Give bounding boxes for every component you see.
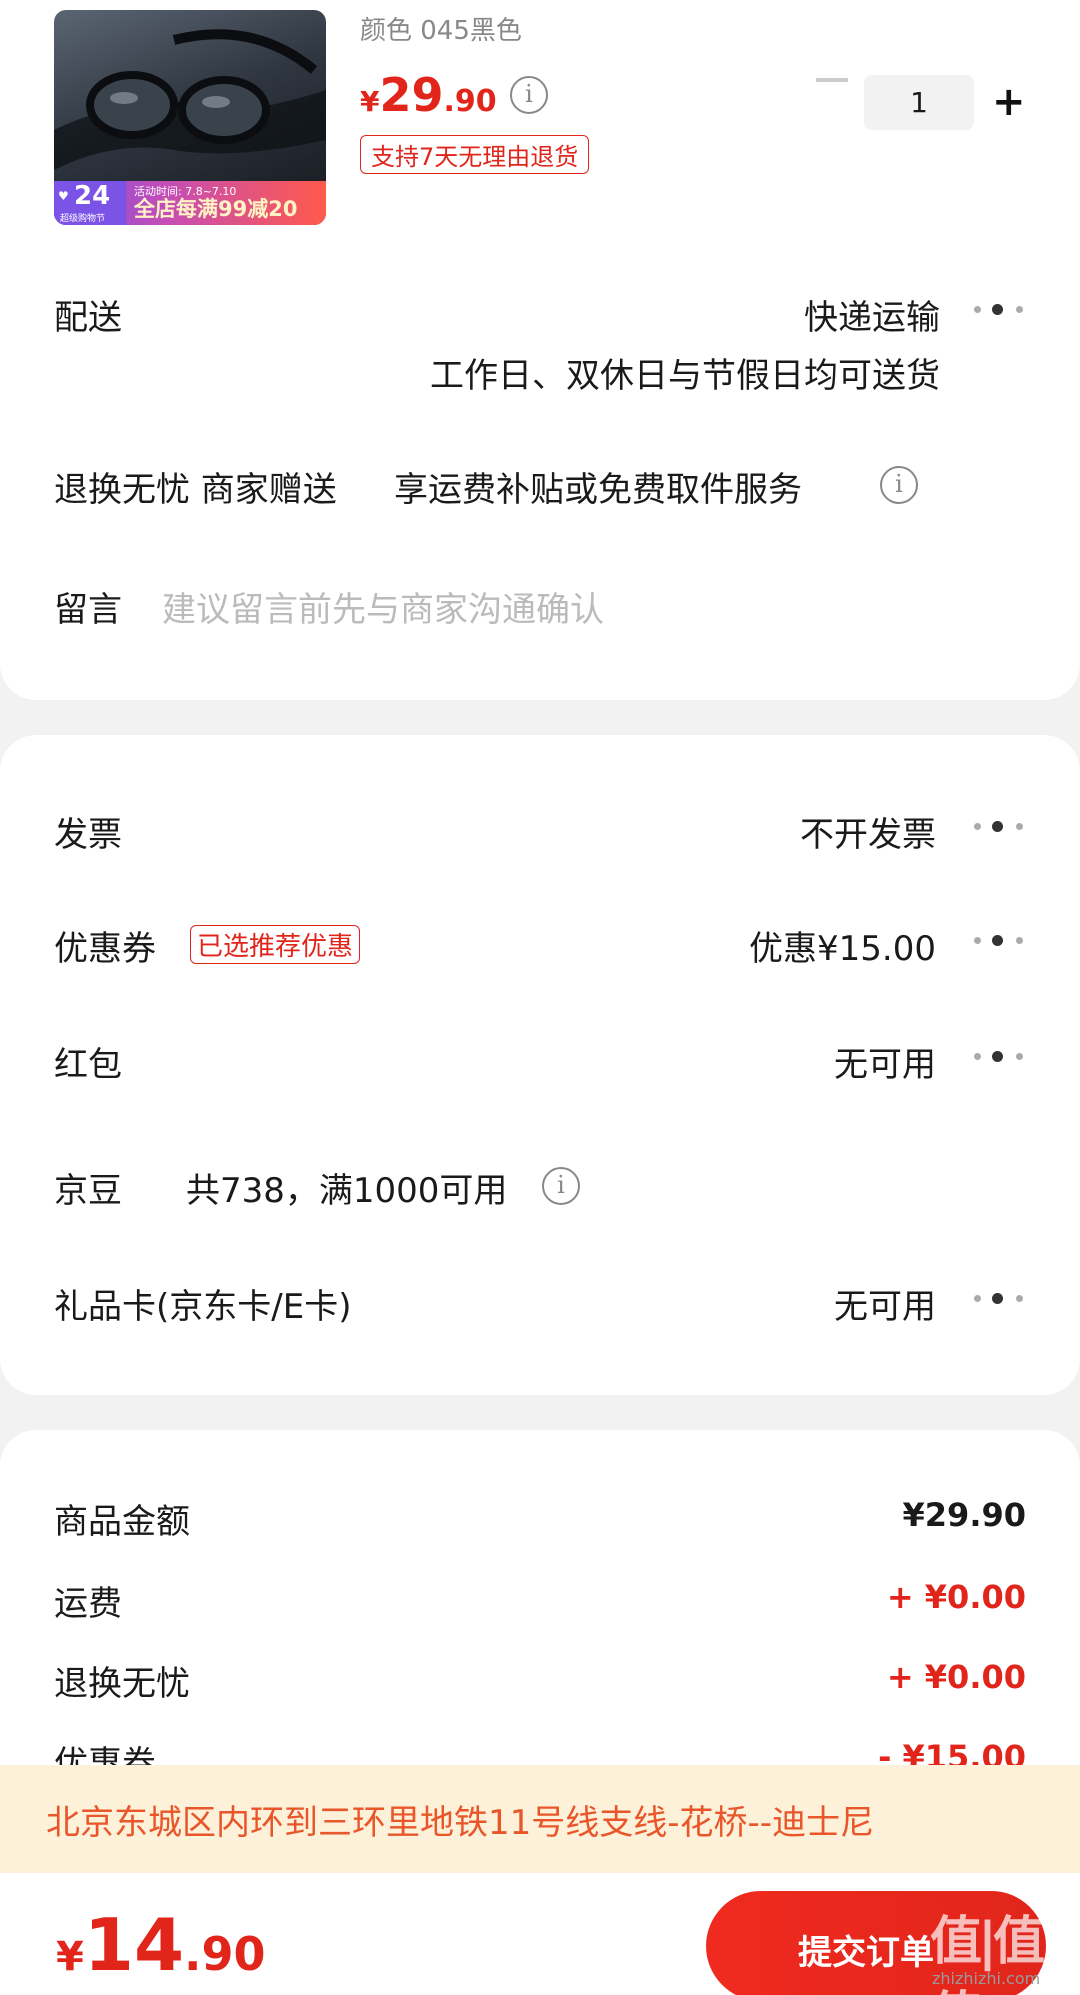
coupon-recommend-tag: 已选推荐优惠 <box>190 925 361 964</box>
shipping-label: 运费 <box>54 1584 122 1624</box>
address-text: 北京东城区内环到三环里地铁11号线支线-花桥--迪士尼 <box>46 1803 875 1843</box>
product-card: ♥ 24 超级购物节 活动时间: 7.8~7.10 全店每满99减20 颜色 0… <box>0 0 1080 700</box>
return-policy-tag: 支持7天无理由退货 <box>360 135 590 174</box>
product-thumbnail[interactable]: ♥ 24 超级购物节 活动时间: 7.8~7.10 全店每满99减20 <box>54 10 326 225</box>
worry-free-label: 退换无忧 商家赠送 <box>54 470 337 510</box>
red-packet-label: 红包 <box>54 1045 122 1085</box>
options-card: 发票 不开发票 优惠券 已选推荐优惠 优惠¥15.00 红包 无可用 京豆 共7… <box>0 735 1080 1395</box>
promo-badge-sub: 超级购物节 <box>60 214 106 224</box>
delivery-note: 工作日、双休日与节假日均可送货 <box>430 356 940 396</box>
gift-card-label: 礼品卡(京东卡/E卡) <box>54 1287 352 1327</box>
total-decimal: .90 <box>184 1927 266 1981</box>
heart-icon: ♥ <box>58 189 69 203</box>
promo-badge-number: 24 <box>74 181 111 211</box>
jingdou-label: 京豆 <box>54 1171 122 1211</box>
jingdou-value: 共738，满1000可用 <box>186 1171 508 1211</box>
delivery-more-icon[interactable] <box>972 302 1026 316</box>
delivery-label: 配送 <box>54 298 122 338</box>
bottom-bar: ¥14.90 提交订单 值|值|值 zhizhizhi.com <box>0 1873 1080 1995</box>
return-worry-value: + ¥0.00 <box>886 1658 1026 1696</box>
address-bar[interactable]: 北京东城区内环到三环里地铁11号线支线-花桥--迪士尼 <box>0 1765 1080 1873</box>
total-currency: ¥ <box>56 1934 84 1980</box>
goods-amount-value: ¥29.90 <box>902 1496 1026 1534</box>
submit-order-label: 提交订单 <box>798 1933 934 1973</box>
invoice-label: 发票 <box>54 815 122 855</box>
gift-card-more-icon[interactable] <box>972 1291 1026 1305</box>
total-integer: 14 <box>83 1903 185 1987</box>
promo-badge: ♥ 24 超级购物节 <box>54 181 126 225</box>
quantity-plus-button[interactable]: + <box>992 78 1026 126</box>
return-worry-label: 退换无忧 <box>54 1664 190 1704</box>
price-info-icon[interactable]: i <box>510 76 548 114</box>
worry-free-info-icon[interactable]: i <box>880 466 918 504</box>
red-packet-value: 无可用 <box>834 1045 936 1085</box>
shipping-value: + ¥0.00 <box>886 1578 1026 1616</box>
watermark-url: zhizhizhi.com <box>932 1969 1041 1988</box>
price-decimal: .90 <box>443 84 497 119</box>
coupon-label: 优惠券 <box>54 929 156 969</box>
red-packet-more-icon[interactable] <box>972 1049 1026 1063</box>
promo-main-text: 全店每满99减20 <box>134 197 298 221</box>
worry-free-desc: 享运费补贴或免费取件服务 <box>394 470 802 510</box>
coupon-value: 优惠¥15.00 <box>749 929 936 969</box>
delivery-value[interactable]: 快递运输 <box>804 290 940 339</box>
quantity-minus-button[interactable] <box>816 78 848 82</box>
product-spec: 颜色 045黑色 <box>360 16 522 46</box>
coupon-more-icon[interactable] <box>972 933 1026 947</box>
price-integer: 29 <box>379 68 444 122</box>
total-price: ¥14.90 <box>56 1903 266 1987</box>
goods-amount-label: 商品金额 <box>54 1502 190 1542</box>
price-currency: ¥ <box>360 85 380 118</box>
product-price: ¥29.90 <box>360 68 497 122</box>
message-label: 留言 <box>54 590 122 630</box>
invoice-more-icon[interactable] <box>972 819 1026 833</box>
quantity-input[interactable]: 1 <box>864 75 974 130</box>
invoice-value: 不开发票 <box>800 815 936 855</box>
message-input[interactable]: 建议留言前先与商家沟通确认 <box>162 582 604 631</box>
jingdou-info-icon[interactable]: i <box>542 1167 580 1205</box>
gift-card-value: 无可用 <box>834 1287 936 1327</box>
